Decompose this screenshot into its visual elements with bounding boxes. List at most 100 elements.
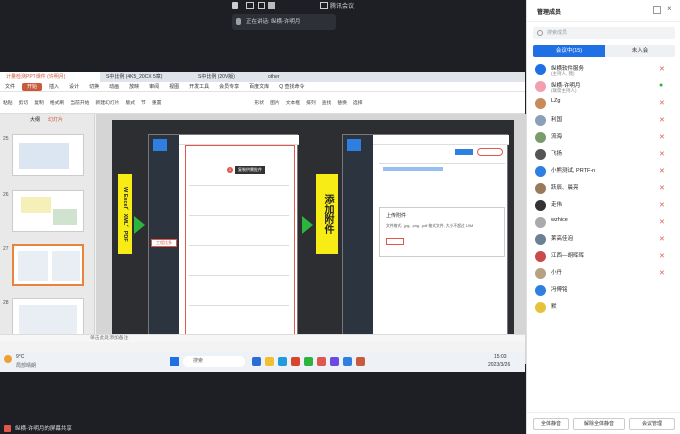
tab-in-meeting[interactable]: 会议中(15): [533, 45, 605, 57]
window-icon[interactable]: [258, 2, 265, 9]
picture-button[interactable]: 图片: [270, 99, 280, 106]
edge-icon[interactable]: [278, 357, 287, 366]
mic-off-icon[interactable]: ✕: [659, 167, 666, 176]
member-row[interactable]: 小丹 ✕: [527, 266, 680, 282]
search-icon: [537, 30, 543, 36]
copy-button[interactable]: 复制: [34, 99, 44, 106]
clock-date[interactable]: 2023/3/26: [488, 362, 510, 368]
mic-on-icon[interactable]: ●: [659, 82, 666, 91]
slide-thumbnail-selected[interactable]: [12, 244, 84, 286]
meeting-manage-button[interactable]: 会议管理: [629, 418, 675, 430]
app-icon[interactable]: [252, 357, 261, 366]
member-row[interactable]: 跃辰、晨亮 ✕: [527, 181, 680, 197]
member-row[interactable]: 莱高佳泡 ✕: [527, 232, 680, 248]
mic-off-icon[interactable]: ✕: [659, 99, 666, 108]
doc-tab[interactable]: other: [262, 72, 302, 82]
app-icon[interactable]: [330, 357, 339, 366]
paste-button[interactable]: 粘贴: [3, 99, 13, 106]
member-row[interactable]: 江西—胡晖晖 ✕: [527, 249, 680, 265]
mute-all-button[interactable]: 全体静音: [533, 418, 569, 430]
speaking-mic-icon: [236, 18, 241, 25]
mic-off-icon[interactable]: ✕: [659, 116, 666, 125]
start-icon[interactable]: [170, 357, 179, 366]
member-row[interactable]: 默: [527, 300, 680, 316]
member-search-input[interactable]: 搜索成员: [533, 27, 675, 39]
record-icon[interactable]: [320, 2, 328, 9]
mic-off-icon[interactable]: ✕: [659, 133, 666, 142]
member-name: 飞扬: [551, 151, 563, 157]
section-button[interactable]: 节: [141, 99, 146, 106]
menu-slideshow[interactable]: 放映: [124, 82, 144, 92]
tab-not-joined[interactable]: 未入会: [605, 45, 675, 57]
screen-icon[interactable]: [246, 2, 254, 9]
slide-thumbnail[interactable]: [12, 190, 84, 232]
mic-off-icon[interactable]: ✕: [659, 150, 666, 159]
member-row[interactable]: 流海 ✕: [527, 130, 680, 146]
chrome-icon[interactable]: [317, 357, 326, 366]
member-row[interactable]: 纵横-许明月 (联席主持人) ●: [527, 79, 680, 95]
menu-member[interactable]: 会员专享: [214, 82, 244, 92]
weather-icon[interactable]: [4, 355, 12, 363]
mic-off-icon[interactable]: ✕: [659, 184, 666, 193]
doc-tab[interactable]: 计量检测PPT课件 (许明月): [0, 72, 100, 82]
popout-icon[interactable]: [653, 6, 661, 14]
arrange-button[interactable]: 排列: [306, 99, 316, 106]
menu-developer[interactable]: 开发工具: [184, 82, 214, 92]
mic-off-icon[interactable]: ✕: [659, 218, 666, 227]
grid-icon[interactable]: [268, 2, 275, 9]
layout-button[interactable]: 版式: [125, 99, 135, 106]
menu-view[interactable]: 视图: [164, 82, 184, 92]
member-row[interactable]: 小熊测试, PRTF-n ✕: [527, 164, 680, 180]
slide-thumbnail[interactable]: [12, 134, 84, 176]
find-button[interactable]: 查找: [322, 99, 332, 106]
taskbar-search[interactable]: 搜索: [183, 356, 245, 367]
member-row[interactable]: LZg ✕: [527, 96, 680, 112]
taskbar-apps: [250, 357, 367, 366]
step-badge: 1: [227, 167, 233, 173]
member-row[interactable]: 纵横软件服务 (主持人, 我) ✕: [527, 62, 680, 78]
member-row[interactable]: wzhice ✕: [527, 215, 680, 231]
mic-off-icon[interactable]: ✕: [659, 269, 666, 278]
replace-button[interactable]: 替换: [337, 99, 347, 106]
menu-transition[interactable]: 切换: [84, 82, 104, 92]
mic-off-icon[interactable]: ✕: [659, 65, 666, 74]
clock-time[interactable]: 15:03: [494, 354, 507, 360]
wps-icon[interactable]: [291, 357, 300, 366]
select-button[interactable]: 选择: [353, 99, 363, 106]
menu-home[interactable]: 开始: [22, 82, 43, 91]
start-current-button[interactable]: 当前开始: [70, 99, 89, 106]
menu-insert[interactable]: 插入: [44, 82, 64, 92]
menu-file[interactable]: 文件: [0, 82, 20, 92]
member-row[interactable]: 飞扬 ✕: [527, 147, 680, 163]
unmute-all-button[interactable]: 解除全体静音: [573, 418, 625, 430]
menu-search-command[interactable]: Q 查找命令: [274, 82, 309, 92]
meeting-app-icon[interactable]: [343, 357, 352, 366]
outline-tab[interactable]: 大纲: [30, 116, 40, 123]
textbox-button[interactable]: 文本框: [286, 99, 300, 106]
menu-review[interactable]: 审阅: [144, 82, 164, 92]
mic-off-icon[interactable]: ✕: [659, 201, 666, 210]
mic-off-icon[interactable]: ✕: [659, 252, 666, 261]
new-slide-button[interactable]: 新建幻灯片: [95, 99, 119, 106]
menu-animation[interactable]: 动画: [104, 82, 124, 92]
member-row[interactable]: 走伟 ✕: [527, 198, 680, 214]
cut-button[interactable]: 剪切: [19, 99, 29, 106]
wechat-icon[interactable]: [304, 357, 313, 366]
close-icon[interactable]: ×: [667, 4, 672, 13]
doc-tab[interactable]: S中比例 (4K5_20CX 5章): [100, 72, 192, 82]
menu-design[interactable]: 设计: [64, 82, 84, 92]
shape-button[interactable]: 形状: [254, 99, 264, 106]
notes-bar[interactable]: 单击此处添加备注: [0, 334, 525, 342]
reset-button[interactable]: 重置: [152, 99, 162, 106]
format-painter-button[interactable]: 格式刷: [50, 99, 64, 106]
member-row[interactable]: 冯傅铭: [527, 283, 680, 299]
current-slide[interactable]: W Excel、XML、PDF 工程比多 1 复制供需批件 添加附件 上传附件 …: [112, 120, 514, 360]
mic-off-icon[interactable]: ✕: [659, 235, 666, 244]
menu-baidu[interactable]: 百度文库: [244, 82, 274, 92]
app-icon[interactable]: [356, 357, 365, 366]
mic-icon[interactable]: [232, 2, 238, 9]
folder-icon[interactable]: [265, 357, 274, 366]
member-row[interactable]: 利国 ✕: [527, 113, 680, 129]
doc-tab[interactable]: S中比例 (20V版): [192, 72, 262, 82]
slides-tab[interactable]: 幻灯片: [48, 116, 63, 123]
